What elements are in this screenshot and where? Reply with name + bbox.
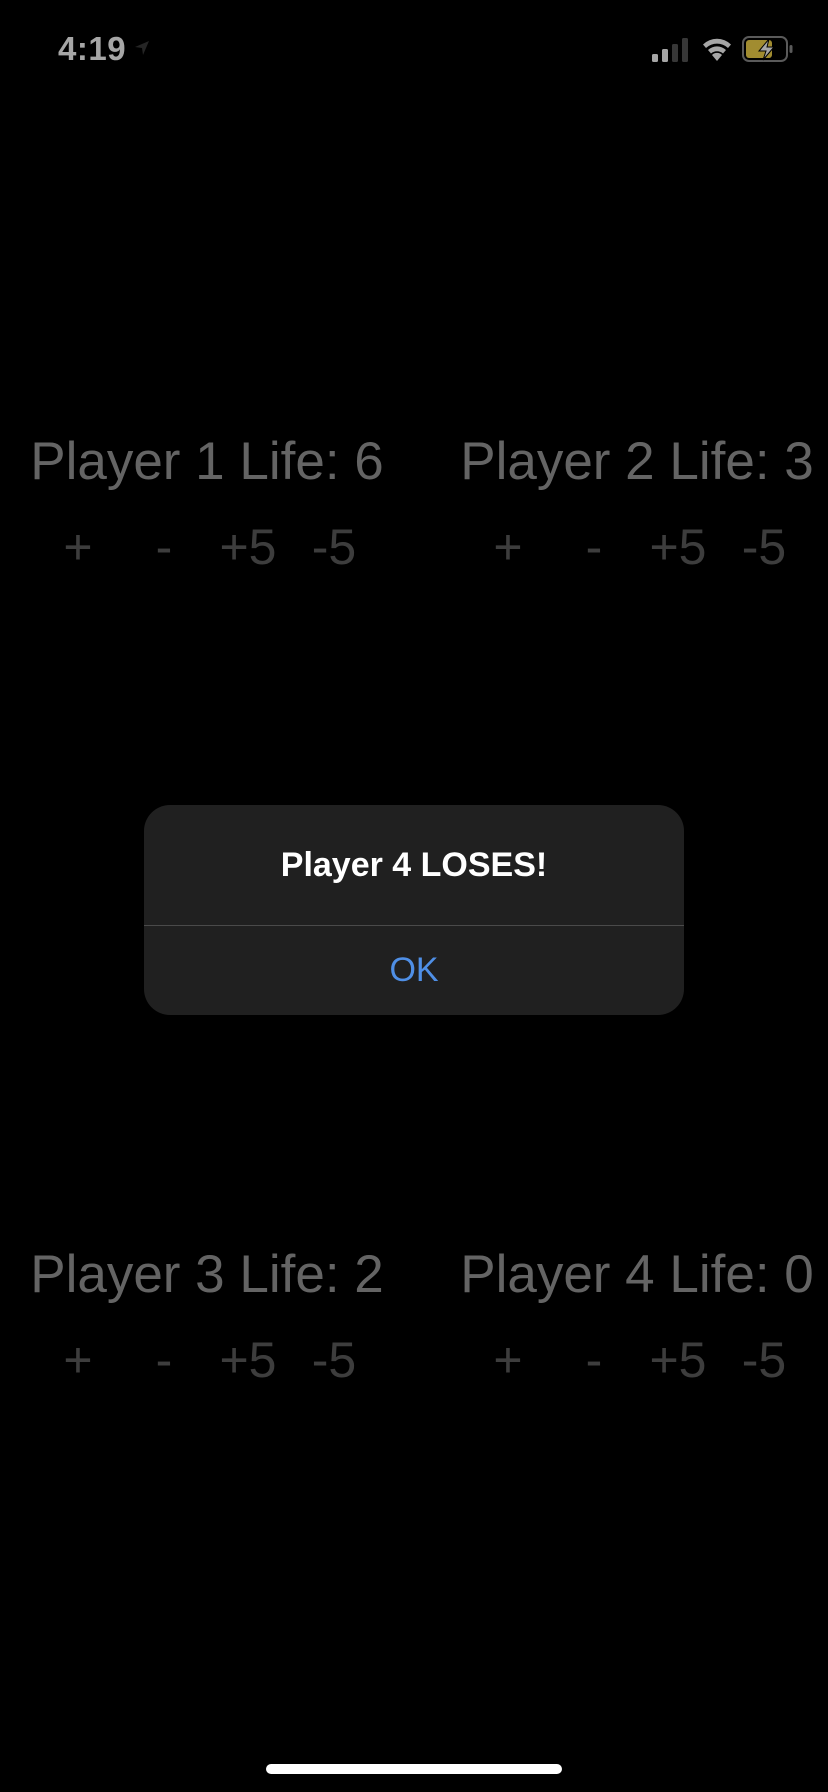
alert-dialog: Player 4 LOSES! OK (144, 805, 684, 1015)
home-indicator[interactable] (266, 1764, 562, 1774)
alert-ok-button[interactable]: OK (144, 926, 684, 1015)
alert-title: Player 4 LOSES! (280, 846, 548, 884)
